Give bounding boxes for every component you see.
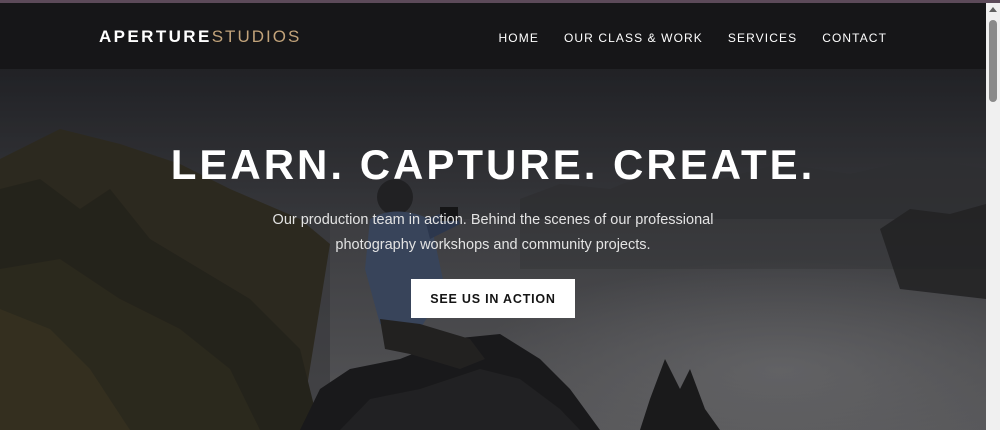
nav-link-contact[interactable]: CONTACT [822,31,887,45]
hero-subtitle-line-2: photography workshops and community proj… [335,236,651,253]
page-scrollbar[interactable] [986,3,1000,430]
brand-name-light: STUDIOS [211,27,302,46]
scroll-up-arrow-icon[interactable] [989,7,997,12]
hero-subtitle: Our production team in action. Behind th… [243,208,743,257]
main-nav: HOME OUR CLASS & WORK SERVICES CONTACT [499,31,887,45]
scrollbar-thumb[interactable] [989,20,997,102]
nav-link-services[interactable]: SERVICES [728,31,797,45]
see-us-in-action-button[interactable]: SEE US IN ACTION [411,279,575,318]
nav-link-home[interactable]: HOME [499,31,539,45]
hero-title: LEARN. CAPTURE. CREATE. [170,141,816,188]
nav-link-our-class-work[interactable]: OUR CLASS & WORK [564,31,703,45]
brand-name-strong: APERTURE [99,27,212,46]
navbar: APERTURESTUDIOS HOME OUR CLASS & WORK SE… [0,3,986,69]
hero-subtitle-line-1: Our production team in action. Behind th… [272,212,714,228]
hero-section: LEARN. CAPTURE. CREATE. Our production t… [0,69,986,430]
brand-logo[interactable]: APERTURESTUDIOS [99,27,301,47]
